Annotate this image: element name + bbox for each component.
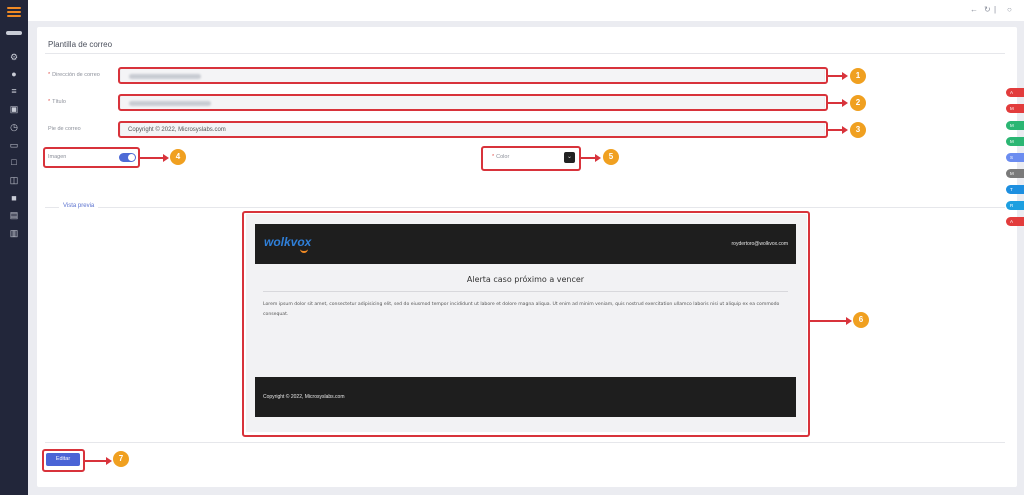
- page-title: Plantilla de correo: [48, 40, 113, 49]
- annotation-arrow: [85, 460, 107, 462]
- arrow-head-icon: [163, 154, 169, 162]
- floating-pill[interactable]: S: [1006, 153, 1024, 162]
- top-bar: ← ↻ | ○: [28, 0, 1024, 21]
- preview-legend: Vista previa: [59, 203, 99, 209]
- highlight-box-7: [42, 449, 85, 472]
- highlight-box-5: [481, 146, 581, 171]
- floating-pill[interactable]: M: [1006, 121, 1024, 130]
- refresh-icon[interactable]: ↻: [984, 5, 991, 15]
- footer-label: Pie de correo: [48, 126, 81, 132]
- annotation-badge-4: 4: [170, 149, 186, 165]
- highlight-box-1: [118, 67, 828, 84]
- annotation-badge-2: 2: [850, 95, 866, 111]
- floating-pill[interactable]: M: [1006, 104, 1024, 113]
- power-icon[interactable]: ○: [1007, 5, 1012, 15]
- arrow-head-icon: [595, 154, 601, 162]
- preview-divider: [45, 207, 1005, 208]
- annotation-badge-5: 5: [603, 149, 619, 165]
- subject-label: * Título: [48, 99, 66, 105]
- address-label: * Dirección de correo: [48, 72, 100, 78]
- annotation-arrow: [810, 320, 847, 322]
- annotation-badge-6: 6: [853, 312, 869, 328]
- annotation-arrow: [828, 129, 842, 131]
- clock-icon[interactable]: ◷: [9, 122, 19, 132]
- arrow-left-icon[interactable]: ←: [970, 5, 978, 15]
- highlight-box-6: [242, 211, 810, 437]
- sidebar: ⚙ ● ≡ ▣ ◷ ▭ □ ◫ ■ ▤ ▥: [0, 0, 28, 495]
- annotation-arrow: [140, 157, 164, 159]
- floating-pill[interactable]: M: [1006, 169, 1024, 178]
- annotation-arrow: [828, 75, 842, 77]
- highlight-box-2: [118, 94, 828, 111]
- arrow-head-icon: [842, 72, 848, 80]
- highlight-box-3: [118, 121, 828, 138]
- menu-icon[interactable]: [7, 7, 21, 17]
- briefcase-icon[interactable]: ▭: [9, 140, 19, 150]
- floating-pill[interactable]: T: [1006, 185, 1024, 194]
- annotation-badge-7: 7: [113, 451, 129, 467]
- bag-icon[interactable]: ◫: [9, 175, 19, 185]
- bar-chart-icon[interactable]: ▥: [9, 228, 19, 238]
- annotation-badge-1: 1: [850, 68, 866, 84]
- screen-icon[interactable]: ▤: [9, 210, 19, 220]
- topbar-separator: |: [994, 5, 997, 14]
- list-icon[interactable]: ≡: [9, 86, 19, 96]
- arrow-head-icon: [106, 457, 112, 465]
- gear-icon[interactable]: ⚙: [9, 52, 19, 62]
- annotation-arrow: [581, 157, 596, 159]
- floating-pill[interactable]: M: [1006, 137, 1024, 146]
- highlight-box-4: [43, 147, 140, 168]
- annotation-arrow: [828, 102, 842, 104]
- arrow-head-icon: [842, 126, 848, 134]
- user-circle-icon[interactable]: ●: [9, 69, 19, 79]
- arrow-head-icon: [842, 99, 848, 107]
- chat-icon[interactable]: ■: [9, 193, 19, 203]
- key-icon: [6, 31, 22, 35]
- annotation-badge-3: 3: [850, 122, 866, 138]
- divider: [45, 53, 1005, 54]
- floating-pill[interactable]: A: [1006, 217, 1024, 226]
- floating-pill[interactable]: A: [1006, 88, 1024, 97]
- arrow-head-icon: [846, 317, 852, 325]
- id-card-icon[interactable]: ▣: [9, 104, 19, 114]
- monitor-icon[interactable]: □: [9, 157, 19, 167]
- floating-pill[interactable]: R: [1006, 201, 1024, 210]
- bottom-divider: [45, 442, 1005, 443]
